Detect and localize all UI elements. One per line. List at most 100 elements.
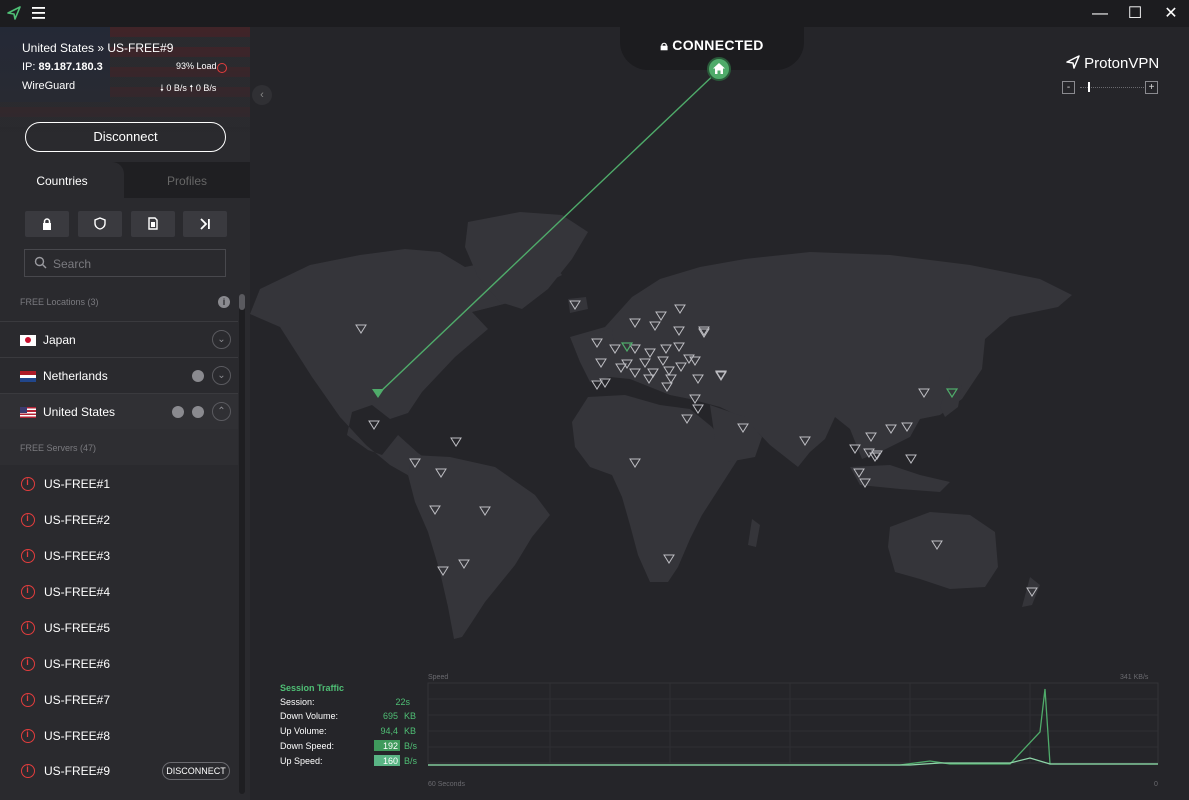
world-map[interactable]	[250, 27, 1189, 800]
server-disconnect-button[interactable]: DISCONNECT	[162, 762, 230, 780]
p2p-filter-button[interactable]	[131, 211, 175, 237]
server-name: US-FREE#4	[44, 585, 111, 599]
lock-icon: 🔒︎	[660, 37, 669, 53]
server-row[interactable]: US-FREE#1	[0, 468, 238, 504]
file-icon	[148, 217, 158, 230]
home-icon	[713, 63, 725, 74]
country-name: Japan	[43, 333, 76, 347]
lock-icon	[43, 218, 51, 230]
collapse-sidebar-button[interactable]: ‹	[252, 85, 272, 105]
server-name: US-FREE#3	[44, 549, 111, 563]
country-row-japan[interactable]: Japan ⌄	[0, 321, 238, 357]
zoom-out-button[interactable]: -	[1062, 81, 1075, 94]
tor-icon	[172, 406, 184, 418]
search-input[interactable]	[53, 255, 213, 273]
ip-address: IP: 89.187.180.3	[22, 61, 103, 73]
minimize-button[interactable]: —	[1090, 4, 1110, 24]
streaming-icon	[192, 370, 204, 382]
maximize-button[interactable]: ☐	[1125, 4, 1145, 24]
server-row-active[interactable]: US-FREE#9 DISCONNECT	[0, 755, 238, 791]
load-info-icon	[21, 729, 35, 743]
server-row[interactable]: US-FREE#3	[0, 540, 238, 576]
up-speed-value: 160	[382, 756, 398, 766]
zoom-in-button[interactable]: +	[1145, 81, 1158, 94]
server-row[interactable]: US-FREE#4	[0, 576, 238, 612]
protocol-label: WireGuard	[22, 80, 76, 92]
zoom-slider-thumb[interactable]	[1088, 82, 1090, 92]
protonvpn-logo-icon	[7, 6, 21, 20]
netshield-filter-button[interactable]	[78, 211, 122, 237]
load-info-icon	[21, 693, 35, 707]
scrollbar-track[interactable]	[239, 294, 245, 794]
tab-profiles[interactable]: Profiles	[124, 162, 250, 198]
home-location-marker[interactable]	[707, 57, 731, 81]
up-speed: 0 B/s	[195, 83, 217, 93]
load-info-icon	[21, 764, 35, 778]
search-box[interactable]	[24, 249, 226, 277]
country-row-united-states[interactable]: United States ⌃	[0, 393, 238, 429]
title-bar: — ☐ ✕	[0, 0, 1189, 27]
server-row[interactable]: US-FREE#6	[0, 648, 238, 684]
scrollbar-thumb[interactable]	[239, 294, 245, 310]
graph-speed-label: Speed	[428, 674, 449, 681]
load-info-icon	[21, 621, 35, 635]
info-icon[interactable]: i	[218, 296, 230, 308]
load-info-icon	[21, 549, 35, 563]
japan-flag-icon	[20, 335, 36, 346]
load-info-icon	[21, 513, 35, 527]
chevron-down-icon[interactable]: ⌄	[212, 366, 231, 385]
graph-zero-label: 0	[1154, 781, 1158, 788]
chevron-down-icon[interactable]: ⌄	[212, 330, 231, 349]
sidebar-tabs: Countries Profiles	[0, 162, 250, 198]
download-speed-line	[428, 688, 1158, 766]
country-row-netherlands[interactable]: Netherlands ⌄	[0, 357, 238, 393]
connection-status: 🔒︎ CONNECTED	[620, 37, 804, 54]
up-speed-label: Up Speed:	[280, 756, 323, 766]
free-servers-header: FREE Servers (47)	[20, 443, 97, 453]
down-speed: 0 B/s	[166, 83, 187, 93]
country-name: United States	[43, 405, 116, 419]
down-volume-value: 695	[382, 711, 398, 721]
secure-core-filter-button[interactable]	[25, 211, 69, 237]
zoom-control: - +	[1062, 81, 1159, 95]
hamburger-menu-icon[interactable]	[32, 6, 46, 20]
streaming-icon	[192, 406, 204, 418]
server-row[interactable]: US-FREE#2	[0, 504, 238, 540]
chevron-up-icon[interactable]: ⌃	[212, 402, 231, 421]
server-row[interactable]: US-FREE#5	[0, 612, 238, 648]
server-name: US-FREE#6	[44, 657, 111, 671]
down-speed-unit: B/s	[404, 741, 418, 751]
tab-countries[interactable]: Countries	[0, 162, 124, 198]
down-volume-label: Down Volume:	[280, 711, 339, 721]
upload-speed-line	[428, 757, 1158, 766]
down-volume-unit: KB	[404, 711, 417, 721]
usa-flag-icon	[20, 407, 36, 418]
up-volume-label: Up Volume:	[280, 726, 327, 736]
load-info-icon	[21, 477, 35, 491]
protonvpn-logo-icon	[1066, 55, 1080, 69]
arrow-down-icon: 🠗	[160, 83, 164, 93]
tor-filter-button[interactable]	[183, 211, 227, 237]
up-volume-value: 94,4	[380, 726, 398, 736]
graph-time-label: 60 Seconds	[428, 781, 465, 788]
ip-value: 89.187.180.3	[38, 61, 103, 73]
free-locations-header: FREE Locations (3)	[20, 297, 99, 307]
netherlands-flag-icon	[20, 371, 36, 382]
load-info-icon	[21, 585, 35, 599]
server-name: US-FREE#8	[44, 729, 111, 743]
load-info-icon	[21, 657, 35, 671]
server-name: US-FREE#9	[44, 764, 111, 778]
session-traffic-title: Session Traffic	[280, 683, 345, 693]
server-name: US-FREE#1	[44, 477, 111, 491]
country-name: Netherlands	[43, 369, 108, 383]
map-area[interactable]: ‹ 🔒︎ CONNECTED ProtonVPN - + Session Tra…	[250, 27, 1189, 800]
load-indicator-icon	[217, 63, 227, 73]
disconnect-button[interactable]: Disconnect	[25, 122, 226, 152]
close-button[interactable]: ✕	[1161, 4, 1181, 24]
down-speed-label: Down Speed:	[280, 741, 335, 751]
server-row[interactable]: US-FREE#8	[0, 720, 238, 756]
session-label: Session:	[280, 697, 315, 707]
graph-max-label: 341 KB/s	[1120, 674, 1149, 681]
server-name: US-FREE#7	[44, 693, 111, 707]
server-row[interactable]: US-FREE#7	[0, 684, 238, 720]
